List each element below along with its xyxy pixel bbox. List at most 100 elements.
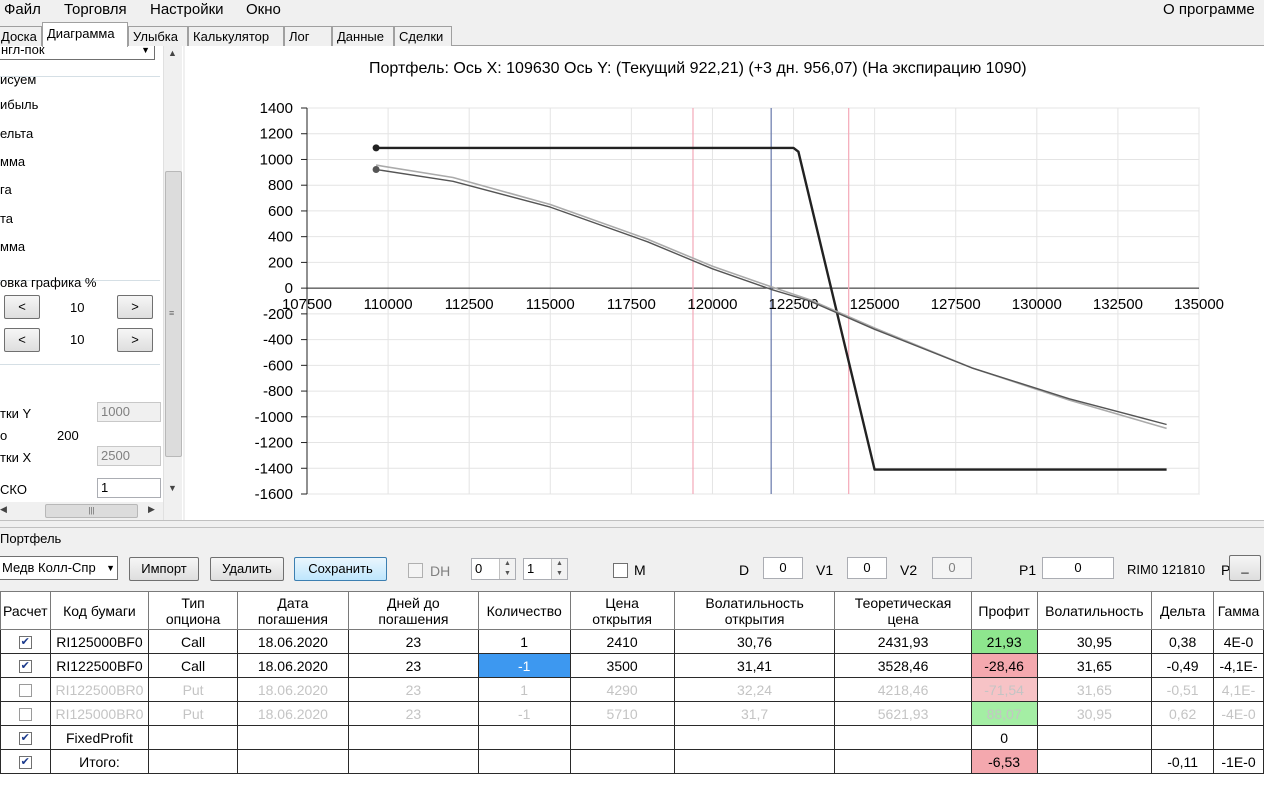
col-gamma-cell[interactable]: 4,1E-	[1213, 677, 1264, 702]
panel-splitter[interactable]	[0, 520, 1264, 528]
vertical-scrollbar[interactable]: ▲ ≡ ▼	[163, 46, 182, 520]
table-row[interactable]: RI122500BR0 Put 18.06.2020 23 1 4290 32,24 4218…	[0, 677, 1264, 702]
tab-board[interactable]: Доска	[0, 26, 42, 46]
col-theo-price-cell[interactable]: 2431,93	[834, 629, 972, 654]
col-delta-cell[interactable]: -0,49	[1151, 653, 1214, 678]
checkbox-checked-icon[interactable]: ✔	[18, 756, 32, 770]
spin-field-2[interactable]: 1 ▲ ▼	[523, 558, 568, 580]
col-expiry-cell[interactable]: 18.06.2020	[236, 653, 349, 678]
tab-calculator[interactable]: Калькулятор	[188, 26, 284, 46]
v1-field[interactable]: 0	[847, 557, 887, 579]
d-field[interactable]: 0	[763, 557, 803, 579]
col-type-cell[interactable]: Call	[148, 629, 238, 654]
col-days-cell[interactable]: 23	[347, 629, 479, 654]
scroll-up-icon[interactable]: ▲	[168, 48, 177, 58]
col-gamma-cell[interactable]: -1E-0	[1213, 749, 1264, 774]
col-theo-price-cell[interactable]: 5621,93	[834, 701, 972, 726]
menu-settings[interactable]: Настройки	[150, 1, 224, 18]
delete-button[interactable]: Удалить	[210, 557, 284, 581]
spin-up-icon[interactable]: ▲	[499, 559, 515, 569]
col-gamma-cell[interactable]: -4,1E-	[1213, 653, 1264, 678]
table-row[interactable]: ✔ RI122500BF0 Call 18.06.2020 23 -1 3500 31,41 3…	[0, 653, 1264, 678]
checkbox-unchecked-icon[interactable]	[18, 708, 32, 722]
col-open-vol-cell[interactable]: 31,41	[673, 653, 836, 678]
col-delta-cell[interactable]: 0,38	[1151, 629, 1214, 654]
col-expiry-cell[interactable]	[236, 749, 349, 774]
col-code-cell[interactable]: FixedProfit	[49, 725, 150, 750]
sko-field[interactable]: 1	[97, 478, 161, 498]
col-type-cell[interactable]	[148, 725, 238, 750]
col-theo-price-cell[interactable]	[834, 749, 972, 774]
col-days-cell[interactable]: 23	[347, 677, 479, 702]
tab-log[interactable]: Лог	[284, 26, 332, 46]
chart-type-combo[interactable]: нгл-пок ▼	[0, 46, 155, 60]
col-open-price-cell[interactable]	[569, 725, 675, 750]
col-delta-cell[interactable]	[1151, 725, 1214, 750]
spin-up-icon[interactable]: ▲	[551, 559, 567, 569]
col-expiry-cell[interactable]: 18.06.2020	[236, 677, 349, 702]
col-profit-cell[interactable]: 88,07	[970, 701, 1038, 726]
col-open-price-cell[interactable]	[569, 749, 675, 774]
col-vol-header[interactable]: Волатильность	[1036, 591, 1153, 630]
scroll-thumb[interactable]: |||	[45, 504, 138, 518]
col-qty-cell[interactable]: -1	[477, 701, 571, 726]
col-delta-cell[interactable]: 0,62	[1151, 701, 1214, 726]
shift-y-left-button[interactable]: <	[4, 328, 40, 352]
col-open-vol-cell[interactable]: 32,24	[673, 677, 836, 702]
col-qty-cell[interactable]	[477, 725, 571, 750]
col-profit-cell[interactable]: -71,54	[970, 677, 1038, 702]
col-qty-header[interactable]: Количество	[477, 591, 571, 630]
col-profit-cell[interactable]: 0	[970, 725, 1038, 750]
col-open-vol-cell[interactable]	[673, 749, 836, 774]
menu-trading[interactable]: Торговля	[64, 1, 127, 18]
grid-y-field[interactable]: 1000	[97, 402, 161, 422]
spin-down-icon[interactable]: ▼	[551, 569, 567, 579]
col-vol-cell[interactable]: 31,65	[1036, 677, 1153, 702]
col-qty-cell[interactable]: 1	[477, 629, 571, 654]
col-open-price-header[interactable]: Цена открытия	[569, 591, 675, 630]
col-type-cell[interactable]: Put	[148, 677, 238, 702]
col-theo-price-cell[interactable]: 3528,46	[834, 653, 972, 678]
payoff-chart[interactable]: 1400120010008006004002000-200-400-600-80…	[185, 46, 1264, 520]
col-open-price-cell[interactable]: 4290	[569, 677, 675, 702]
col-open-price-cell[interactable]: 5710	[569, 701, 675, 726]
shift-y-right-button[interactable]: >	[117, 328, 153, 352]
col-gamma-cell[interactable]: -4E-0	[1213, 701, 1264, 726]
strategy-combo[interactable]: Медв Колл-Спр ▼	[0, 556, 118, 580]
col-theo-price-cell[interactable]: 4218,46	[834, 677, 972, 702]
col-open-price-cell[interactable]: 2410	[569, 629, 675, 654]
col-code-cell[interactable]: RI125000BR0	[49, 701, 150, 726]
col-profit-cell[interactable]: -28,46	[970, 653, 1038, 678]
col-expiry-cell[interactable]: 18.06.2020	[236, 629, 349, 654]
menu-window[interactable]: Окно	[246, 1, 281, 18]
shift-x-right-button[interactable]: >	[117, 295, 153, 319]
col-delta-header[interactable]: Дельта	[1151, 591, 1214, 630]
col-vol-cell[interactable]: 31,65	[1036, 653, 1153, 678]
tab-data[interactable]: Данные	[332, 26, 394, 46]
col-open-vol-cell[interactable]	[673, 725, 836, 750]
col-profit-header[interactable]: Профит	[970, 591, 1038, 630]
spin-field-1[interactable]: 0 ▲ ▼	[471, 558, 516, 580]
col-vol-cell[interactable]: 30,95	[1036, 629, 1153, 654]
menu-file[interactable]: Файл	[4, 1, 41, 18]
minimize-panel-button[interactable]: _	[1229, 555, 1261, 581]
col-expiry-cell[interactable]: 18.06.2020	[236, 701, 349, 726]
col-qty-cell[interactable]: -1	[477, 653, 571, 678]
scroll-thumb[interactable]: ≡	[165, 171, 182, 457]
scroll-down-icon[interactable]: ▼	[168, 483, 177, 493]
col-delta-cell[interactable]: -0,51	[1151, 677, 1214, 702]
col-type-header[interactable]: Тип опциона	[148, 591, 238, 630]
col-gamma-header[interactable]: Гамма	[1213, 591, 1264, 630]
shift-x-left-button[interactable]: <	[4, 295, 40, 319]
tab-deals[interactable]: Сделки	[394, 26, 452, 46]
col-profit-cell[interactable]: 21,93	[970, 629, 1038, 654]
draw-option-vega[interactable]: га	[0, 182, 12, 197]
tab-diagram[interactable]: Диаграмма	[42, 22, 128, 47]
col-expiry-header[interactable]: Дата погашения	[236, 591, 349, 630]
checkbox-checked-icon[interactable]: ✔	[18, 636, 32, 650]
col-days-cell[interactable]	[347, 749, 479, 774]
col-gamma-cell[interactable]	[1213, 725, 1264, 750]
col-code-cell[interactable]: RI125000BF0	[49, 629, 150, 654]
col-open-vol-cell[interactable]: 31,7	[673, 701, 836, 726]
table-row[interactable]: ✔ Итого: -6,53 -0,11 -1E-0	[0, 749, 1264, 774]
